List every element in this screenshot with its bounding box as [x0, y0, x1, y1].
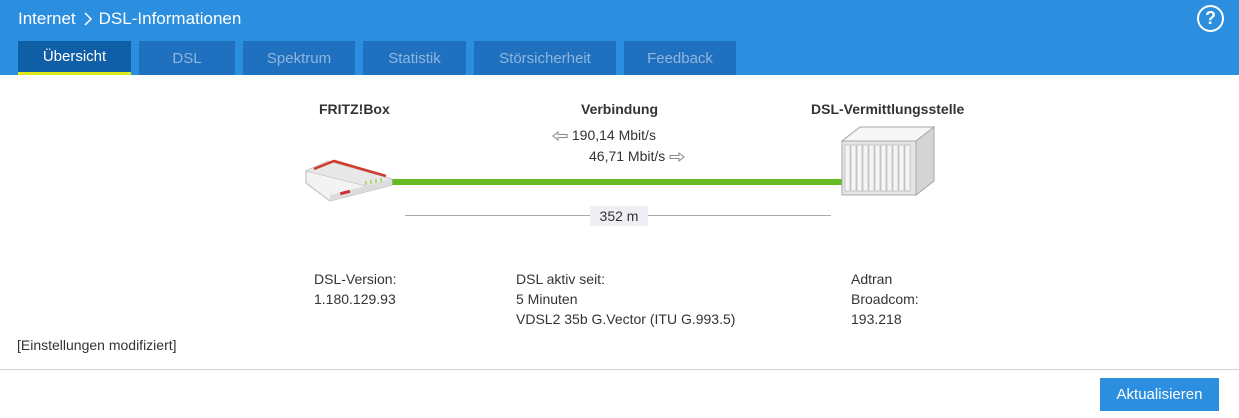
tab-feedback[interactable]: Feedback: [624, 41, 736, 75]
upstream-rate: 46,71 Mbit/s: [589, 148, 685, 164]
connection-title: Verbindung: [581, 101, 658, 117]
dsl-mode: VDSL2 35b G.Vector (ITU G.993.5): [516, 311, 736, 327]
dsl-active-label: DSL aktiv seit:: [516, 271, 605, 287]
help-icon[interactable]: ?: [1197, 5, 1224, 32]
device-title: FRITZ!Box: [319, 101, 390, 117]
overview-panel: FRITZ!Box Verbindung DSL-Vermittlungsste…: [0, 75, 1239, 418]
connection-line: [372, 179, 846, 185]
tab-uebersicht[interactable]: Übersicht: [18, 41, 131, 75]
exchange-chip-label: Broadcom:: [851, 291, 919, 307]
downstream-rate: 190,14 Mbit/s: [552, 127, 656, 143]
tab-statistik[interactable]: Statistik: [363, 41, 466, 75]
tab-stoersicherheit[interactable]: Störsicherheit: [474, 41, 616, 75]
tab-bar: Übersicht DSL Spektrum Statistik Störsic…: [18, 41, 744, 75]
exchange-vendor: Adtran: [851, 271, 893, 287]
fritzbox-router-icon: [304, 159, 394, 202]
exchange-title: DSL-Vermittlungsstelle: [811, 101, 965, 117]
chevron-right-icon: [84, 12, 92, 26]
breadcrumb-dsl-info: DSL-Informationen: [98, 9, 242, 28]
dsl-active-duration: 5 Minuten: [516, 291, 578, 307]
refresh-button[interactable]: Aktualisieren: [1100, 378, 1219, 411]
dslam-rack-icon: [840, 125, 936, 197]
settings-modified-note: [Einstellungen modifiziert]: [17, 337, 177, 353]
breadcrumb: Internet DSL-Informationen: [18, 8, 241, 30]
footer-divider: [0, 369, 1239, 370]
dsl-version-value: 1.180.129.93: [314, 291, 396, 307]
exchange-chip-version: 193.218: [851, 311, 902, 327]
downstream-value: 190,14 Mbit/s: [571, 127, 656, 143]
upstream-value: 46,71 Mbit/s: [589, 148, 666, 164]
arrow-right-icon: [669, 152, 685, 163]
tab-dsl[interactable]: DSL: [139, 41, 235, 75]
arrow-left-icon: [552, 131, 568, 142]
header-bar: Internet DSL-Informationen ? Übersicht D…: [0, 0, 1239, 75]
distance-label: 352 m: [590, 206, 648, 226]
tab-spektrum[interactable]: Spektrum: [243, 41, 355, 75]
breadcrumb-internet[interactable]: Internet: [18, 9, 76, 29]
dsl-version-label: DSL-Version:: [314, 271, 397, 287]
